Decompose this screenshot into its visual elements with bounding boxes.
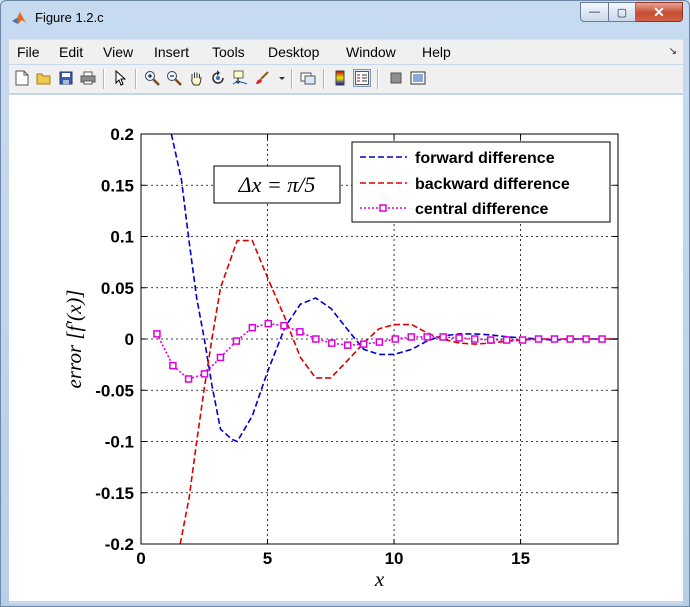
y-axis-label: error [f′(x)] <box>62 290 86 389</box>
data-point-central <box>582 335 590 343</box>
y-tick-label: -0.15 <box>95 484 134 503</box>
data-point-central <box>184 375 193 383</box>
data-point-central <box>153 330 161 338</box>
x-tick-label: 10 <box>385 549 404 568</box>
data-point-central <box>375 338 384 346</box>
y-tick-label: 0.1 <box>110 228 134 247</box>
zoom-in-icon[interactable] <box>143 69 161 87</box>
matlab-icon <box>12 12 26 24</box>
data-point-central <box>518 336 527 344</box>
figure-window: Figure 1.2.c — ▢ ✕ File Edit View Insert… <box>0 0 690 607</box>
data-point-central <box>296 328 304 336</box>
print-icon[interactable] <box>79 69 97 87</box>
minimize-icon: — <box>589 6 600 18</box>
pointer-icon[interactable] <box>111 69 129 87</box>
data-point-central <box>423 333 431 341</box>
maximize-icon: ▢ <box>616 6 628 19</box>
window-title: Figure 1.2.c <box>35 10 104 25</box>
data-point-central <box>391 335 400 343</box>
data-point-central <box>200 370 209 378</box>
figure-toolbar <box>9 65 683 94</box>
y-tick-label: -0.2 <box>105 535 134 554</box>
data-point-central <box>534 335 543 343</box>
menu-edit[interactable]: Edit <box>59 44 83 60</box>
data-point-central <box>455 334 463 342</box>
x-tick-label: 15 <box>511 549 530 568</box>
legend-label-forward: forward difference <box>415 150 555 167</box>
x-axis-label: x <box>374 567 385 591</box>
close-button[interactable]: ✕ <box>636 2 683 22</box>
save-icon[interactable] <box>57 69 75 87</box>
y-tick-label: 0.05 <box>101 279 134 298</box>
data-point-central <box>566 335 574 343</box>
data-point-central <box>328 339 336 347</box>
menu-insert[interactable]: Insert <box>154 44 189 60</box>
close-icon: ✕ <box>653 3 665 20</box>
data-point-central <box>598 335 606 343</box>
data-point-central <box>248 323 257 332</box>
legend[interactable]: forward difference backward difference c… <box>351 141 611 223</box>
data-point-central <box>312 335 320 343</box>
toolbar-separator <box>291 69 293 89</box>
plot-area[interactable]: 0 5 10 15-0.2-0.15-0.1-0.0500.050.10.150.2 … <box>9 95 683 601</box>
new-figure-icon[interactable] <box>13 69 31 87</box>
y-tick-label: 0.2 <box>110 125 134 144</box>
open-icon[interactable] <box>35 69 53 87</box>
data-point-central <box>264 319 273 328</box>
colorbar-icon[interactable] <box>331 69 349 87</box>
toolbar-separator <box>103 69 105 89</box>
link-icon[interactable] <box>299 69 317 87</box>
toolbar-separator <box>323 69 325 89</box>
brush-icon[interactable] <box>253 69 271 87</box>
dock-arrow-icon[interactable]: ↘ <box>669 46 677 57</box>
y-tick-label: -0.05 <box>95 381 134 400</box>
menu-window[interactable]: Window <box>346 44 396 60</box>
menu-desktop[interactable]: Desktop <box>268 44 319 60</box>
figure-canvas: 0 5 10 15 -0.2 -0.15 -0.1 -0.05 0 0.05 0.1 0.15 0.2 … <box>9 95 683 601</box>
data-point-central <box>359 340 368 348</box>
series-line-central <box>156 322 603 380</box>
rotate-icon[interactable] <box>209 69 227 87</box>
menu-bar: File Edit View Insert Tools Desktop Wind… <box>9 39 683 64</box>
legend-label-central: central difference <box>415 201 548 218</box>
y-tick-label: -0.1 <box>105 433 134 452</box>
data-cursor-icon[interactable] <box>231 69 249 87</box>
data-point-central <box>471 335 479 343</box>
toolbar-separator <box>377 69 379 89</box>
minimize-button[interactable]: — <box>580 2 609 22</box>
data-point-central <box>502 336 511 344</box>
data-point-central <box>439 333 447 341</box>
pan-icon[interactable] <box>187 69 205 87</box>
window-bottom-edge <box>9 601 683 604</box>
data-point-central <box>232 337 241 345</box>
hide-tools-icon[interactable] <box>387 69 405 87</box>
data-point-central <box>343 341 352 349</box>
menu-help[interactable]: Help <box>422 44 451 60</box>
legend-icon[interactable] <box>353 69 371 87</box>
menu-file[interactable]: File <box>17 44 40 60</box>
data-point-central <box>216 353 225 362</box>
menu-view[interactable]: View <box>103 44 133 60</box>
annotation-text: Δx = π/5 <box>238 172 316 197</box>
toolbar-separator <box>135 69 137 89</box>
data-point-central <box>486 336 495 344</box>
x-tick-label: 5 <box>263 549 272 568</box>
menu-tools[interactable]: Tools <box>212 44 245 60</box>
show-tools-icon[interactable] <box>409 69 427 87</box>
maximize-button[interactable]: ▢ <box>609 2 636 22</box>
title-bar[interactable]: Figure 1.2.c — ▢ ✕ <box>1 1 689 33</box>
legend-marker-central <box>379 204 387 212</box>
data-point-central <box>407 333 416 341</box>
data-point-central <box>169 361 177 370</box>
y-tick-label: 0 <box>125 330 134 349</box>
zoom-out-icon[interactable] <box>165 69 183 87</box>
data-point-central <box>550 335 559 343</box>
legend-label-backward: backward difference <box>415 176 570 193</box>
y-tick-label: 0.15 <box>101 176 134 195</box>
x-tick-label: 0 <box>136 549 145 568</box>
series-line-backward <box>179 239 618 544</box>
data-point-central <box>280 321 288 330</box>
brush-dropdown-icon[interactable] <box>273 69 291 87</box>
annotation-box: Δx = π/5 <box>213 165 341 204</box>
